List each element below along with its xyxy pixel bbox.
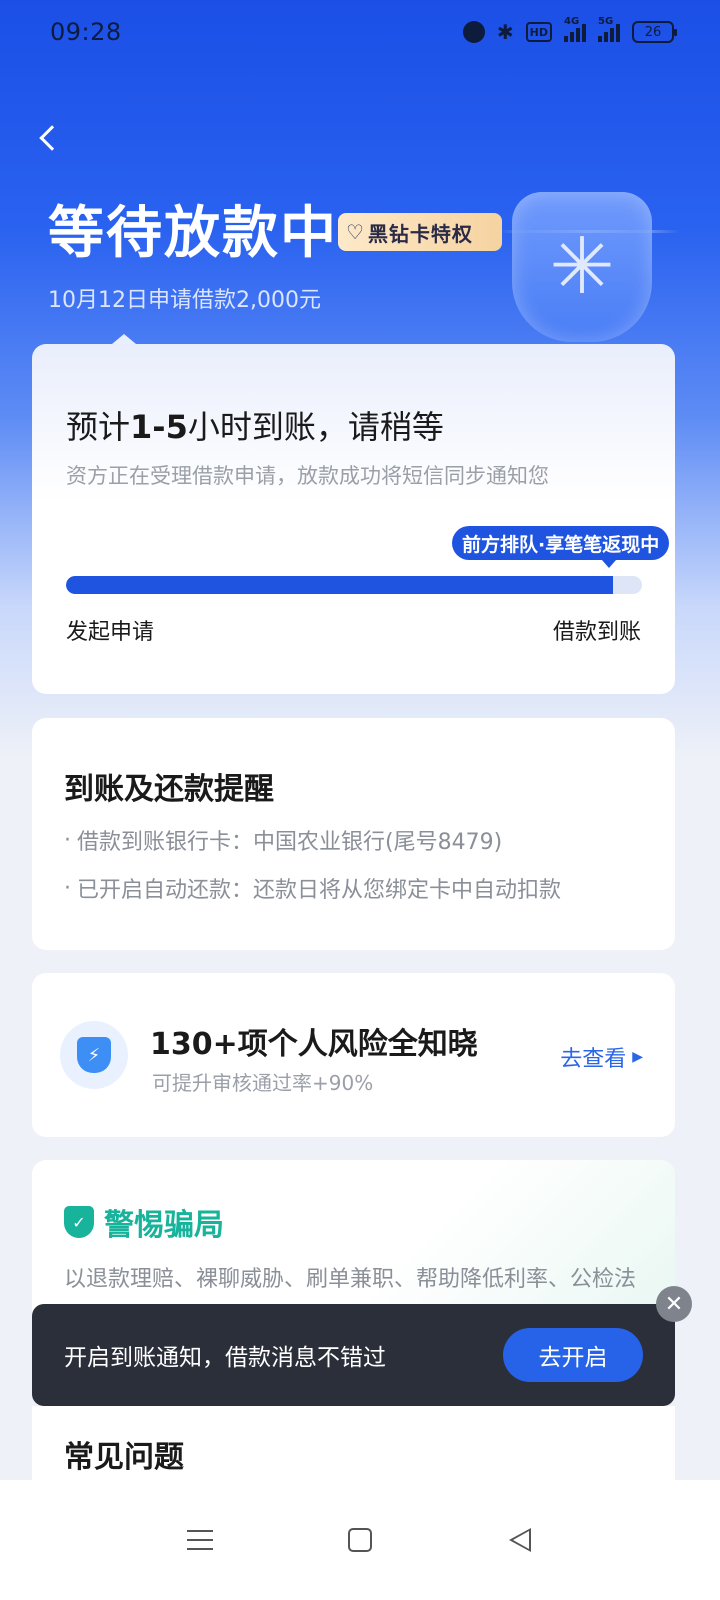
bluetooth-icon: ✱ (496, 20, 514, 44)
toast-text: 开启到账通知，借款消息不错过 (64, 1345, 386, 1371)
progress-bar-fill (66, 576, 614, 594)
enable-notification-button[interactable]: 去开启 (503, 1328, 643, 1382)
loan-subtitle: 10月12日申请借款2,000元 (48, 288, 321, 313)
risk-card[interactable]: ⚡ 130+项个人风险全知晓 可提升审核通过率+90% 去查看 ▶ (32, 973, 675, 1137)
progress-start-label: 发起申请 (66, 620, 155, 645)
home-icon[interactable] (330, 1510, 390, 1570)
risk-icon-wrap: ⚡ (60, 1021, 128, 1089)
status-icons: ✱ HD 4G 5G 26 (462, 16, 677, 44)
shield-check-icon: ✓ (64, 1206, 94, 1238)
battery-icon: 26 (632, 21, 677, 43)
diamond-heart-icon: ♡ (346, 220, 364, 244)
reminder-card: 到账及还款提醒 借款到账银行卡：中国农业银行(尾号8479) 已开启自动还款：还… (32, 718, 675, 950)
faq-title: 常见问题 (64, 1440, 184, 1475)
view-risk-label: 去查看 (560, 1047, 627, 1072)
view-risk-link[interactable]: 去查看 ▶ (560, 1041, 643, 1073)
eta-title: 预计1-5小时到账，请稍等 (66, 408, 444, 446)
lightning-shield-icon: ⚡ (77, 1037, 111, 1073)
fraud-header: ✓ 警惕骗局 (64, 1200, 224, 1244)
status-bar: 09:28 ✱ HD 4G 5G 26 (0, 0, 720, 64)
page-title: 等待放款中 (48, 201, 338, 266)
menu-icon[interactable] (170, 1510, 230, 1570)
reminder-item-autopay: 已开启自动还款：还款日将从您绑定卡中自动扣款 (64, 872, 561, 904)
risk-subtitle: 可提升审核通过率+90% (152, 1071, 374, 1095)
back-triangle-icon[interactable] (490, 1510, 550, 1570)
alarm-icon (462, 21, 485, 43)
4g-signal-icon: 4G (564, 16, 586, 42)
progress-end-label: 借款到账 (552, 620, 641, 645)
eta-description: 资方正在受理借款申请，放款成功将短信同步通知您 (66, 464, 549, 488)
reminder-title: 到账及还款提醒 (64, 772, 274, 807)
reminder-item-bank: 借款到账银行卡：中国农业银行(尾号8479) (64, 824, 502, 856)
play-arrow-icon: ▶ (632, 1049, 643, 1065)
chevron-left-icon (39, 125, 65, 151)
notification-toast: 开启到账通知，借款消息不错过 去开启 (32, 1304, 675, 1406)
status-time: 09:28 (50, 18, 122, 46)
fraud-title: 警惕骗局 (104, 1208, 224, 1243)
vip-badge[interactable]: ♡ 黑钻卡特权 (338, 213, 502, 251)
risk-title: 130+项个人风险全知晓 (150, 1027, 478, 1062)
hd-icon: HD (525, 22, 552, 42)
back-button[interactable] (30, 118, 66, 158)
vip-badge-label: 黑钻卡特权 (367, 221, 473, 246)
queue-tag: 前方排队·享笔笔返现中 (452, 526, 670, 568)
shield-logo-icon: ✳ (512, 192, 652, 342)
progress-bar (66, 576, 642, 594)
close-icon[interactable]: ✕ (656, 1286, 692, 1322)
progress-card: 预计1-5小时到账，请稍等 资方正在受理借款申请，放款成功将短信同步通知您 前方… (32, 334, 675, 694)
system-nav-bar (0, 1480, 720, 1600)
5g-signal-icon: 5G (598, 16, 620, 42)
